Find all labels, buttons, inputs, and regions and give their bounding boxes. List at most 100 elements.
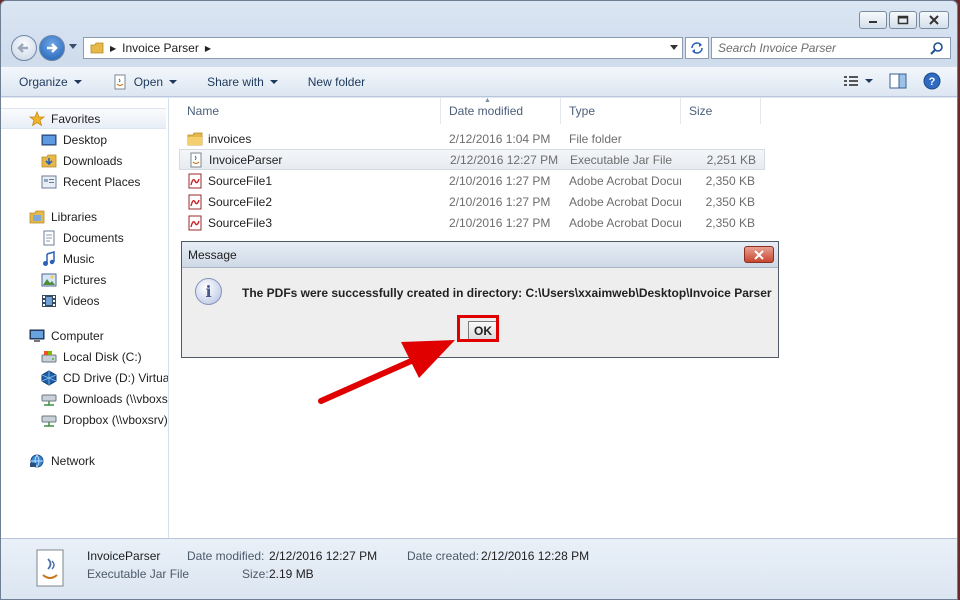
documents-icon [43, 230, 55, 245]
file-size: 2,350 KB [705, 215, 755, 230]
sidebar-item-label: Desktop [63, 132, 108, 147]
sidebar-item-desktop[interactable]: Desktop [1, 129, 168, 150]
file-type: Adobe Acrobat Document [569, 215, 681, 230]
file-size: 2,350 KB [705, 173, 755, 188]
close-icon [929, 15, 939, 25]
organize-menu[interactable]: Organize [19, 75, 82, 89]
jar-file-icon [190, 152, 202, 167]
forward-button[interactable] [39, 35, 65, 61]
details-file-type: Executable Jar File [87, 567, 190, 581]
new-folder-button[interactable]: New folder [308, 75, 365, 89]
minimize-button[interactable] [859, 11, 887, 29]
file-name: SourceFile1 [208, 173, 273, 188]
sidebar-item-favorites[interactable]: Favorites [1, 108, 166, 129]
search-box[interactable] [711, 37, 951, 59]
file-name-cell: SourceFile2 [179, 194, 441, 210]
details-size-label: Size: [242, 567, 269, 581]
pdf-icon [188, 173, 202, 188]
network-drive-icon [41, 415, 57, 427]
refresh-button[interactable] [685, 37, 709, 59]
music-icon [43, 250, 55, 266]
libraries-icon [29, 210, 45, 223]
column-header-type[interactable]: Type [561, 97, 681, 124]
sidebar-item-recent-places[interactable]: Recent Places [1, 171, 168, 192]
file-name-cell: invoices [179, 131, 441, 147]
file-row-invoiceparser[interactable]: InvoiceParser 2/12/2016 12:27 PM Executa… [179, 149, 765, 170]
column-header-name[interactable]: Name [179, 97, 441, 124]
breadcrumb-separator-icon[interactable]: ▶ [110, 44, 116, 53]
file-row-sourcefile1[interactable]: SourceFile1 2/10/2016 1:27 PM Adobe Acro… [179, 170, 765, 191]
column-header-size[interactable]: Size [681, 97, 761, 124]
back-arrow-icon [17, 43, 28, 53]
command-bar: Organize Open Share with New folder ? [1, 67, 957, 97]
forward-arrow-icon [47, 43, 58, 53]
file-type: File folder [569, 131, 622, 146]
sidebar-item-videos[interactable]: Videos [1, 290, 168, 311]
help-icon[interactable]: ? [923, 72, 941, 90]
sidebar-item-local-disk[interactable]: Local Disk (C:) [1, 346, 168, 367]
file-size: 2,350 KB [705, 194, 755, 209]
folder-icon [187, 132, 203, 145]
computer-group: Computer Local Disk (C:) CD Drive (D:) V… [1, 325, 168, 430]
address-bar[interactable]: ▶ Invoice Parser ▶ [83, 37, 683, 59]
highlight-box [457, 315, 499, 342]
sidebar-item-label: Local Disk (C:) [63, 349, 142, 364]
dialog-close-button[interactable] [744, 246, 774, 263]
file-name: InvoiceParser [209, 152, 283, 167]
file-date: 2/10/2016 1:27 PM [449, 194, 551, 209]
view-list-icon [844, 76, 858, 86]
search-icon[interactable] [930, 41, 944, 55]
file-row-sourcefile3[interactable]: SourceFile3 2/10/2016 1:27 PM Adobe Acro… [179, 212, 765, 233]
sidebar-item-network[interactable]: Network [1, 450, 168, 471]
file-size: 2,251 KB [706, 152, 756, 167]
details-date-modified: 2/12/2016 12:27 PM [269, 549, 378, 563]
sidebar-item-libraries[interactable]: Libraries [1, 206, 168, 227]
file-name-cell: InvoiceParser [180, 152, 442, 168]
sidebar-item-downloads-share[interactable]: Downloads (\\vboxsrv) [1, 388, 168, 409]
close-window-button[interactable] [919, 11, 949, 29]
file-type: Executable Jar File [570, 152, 673, 167]
desktop-icon [41, 134, 57, 145]
network-drive-icon [41, 394, 57, 406]
pictures-icon [41, 273, 57, 286]
sidebar-item-pictures[interactable]: Pictures [1, 269, 168, 290]
column-headers: Name Date modified Type Size [179, 97, 765, 124]
file-row-invoices[interactable]: invoices 2/12/2016 1:04 PM File folder [179, 128, 765, 149]
address-dropdown-icon[interactable] [670, 45, 678, 50]
chevron-down-icon [169, 79, 178, 84]
pdf-icon [188, 194, 202, 209]
computer-icon [29, 329, 45, 342]
virtualbox-cd-icon [41, 369, 57, 386]
file-date: 2/12/2016 1:04 PM [449, 131, 551, 146]
details-date-created-label: Date created: [407, 549, 480, 563]
sidebar-item-downloads[interactable]: Downloads [1, 150, 168, 171]
search-input[interactable] [718, 41, 918, 55]
sidebar-item-label: Computer [51, 328, 104, 343]
minimize-icon [869, 21, 877, 23]
file-type: Adobe Acrobat Document [569, 173, 681, 188]
sidebar-item-cd-drive[interactable]: CD Drive (D:) VirtualBox Guest Additions [1, 367, 168, 388]
dialog-title: Message [188, 247, 237, 262]
new-folder-label: New folder [307, 74, 366, 89]
file-row-sourcefile2[interactable]: SourceFile2 2/10/2016 1:27 PM Adobe Acro… [179, 191, 765, 212]
breadcrumb-separator-icon[interactable]: ▶ [205, 44, 211, 53]
sidebar-item-dropbox-share[interactable]: Dropbox (\\vboxsrv) [1, 409, 168, 430]
sidebar-item-computer[interactable]: Computer [1, 325, 168, 346]
network-group: Network [1, 450, 168, 471]
sidebar-item-label: Downloads [63, 153, 123, 168]
column-header-date-modified[interactable]: Date modified [441, 97, 561, 124]
favorites-group: Favorites Desktop Downloads Recent Place… [1, 108, 168, 192]
recent-pages-dropdown[interactable] [69, 44, 77, 49]
share-with-menu[interactable]: Share with [207, 75, 278, 89]
breadcrumb-folder[interactable]: Invoice Parser [122, 41, 199, 55]
chevron-down-icon [73, 79, 82, 84]
svg-text:?: ? [929, 76, 936, 88]
sidebar-item-documents[interactable]: Documents [1, 227, 168, 248]
sidebar-item-music[interactable]: Music [1, 248, 168, 269]
back-button[interactable] [11, 35, 37, 61]
change-view-button[interactable] [843, 74, 873, 88]
preview-pane-icon[interactable] [889, 73, 907, 89]
details-file-name: InvoiceParser [87, 549, 161, 563]
maximize-button[interactable] [889, 11, 917, 29]
open-menu[interactable]: Open [112, 74, 178, 90]
